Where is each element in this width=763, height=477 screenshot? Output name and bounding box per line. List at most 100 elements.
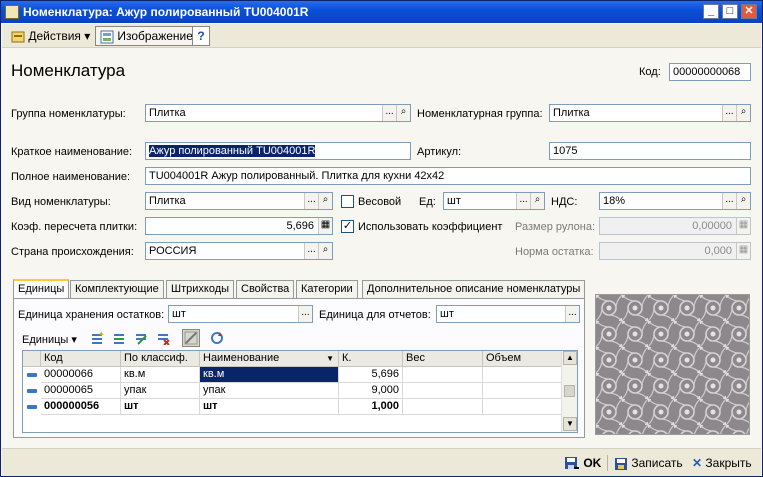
unit-field[interactable]: шт ... ⌕ xyxy=(443,192,545,210)
delete-row-icon[interactable] xyxy=(156,331,170,345)
type-search-icon[interactable]: ⌕ xyxy=(318,193,332,209)
save-button[interactable]: Записать xyxy=(614,454,683,472)
rest-calculator-icon: ▦ xyxy=(736,243,750,259)
report-unit-label: Единица для отчетов: xyxy=(319,309,431,321)
calculator-icon[interactable]: ▦ xyxy=(318,218,332,234)
tab-units[interactable]: Единицы xyxy=(13,279,70,299)
unit-search-icon[interactable]: ⌕ xyxy=(530,193,544,209)
cell-code: 00000065 xyxy=(41,383,121,399)
tab-barcodes[interactable]: Штрихкоды xyxy=(166,280,235,298)
type-select-button[interactable]: ... xyxy=(304,193,318,209)
vat-search-icon[interactable]: ⌕ xyxy=(736,193,750,209)
report-unit-field[interactable]: шт ... xyxy=(436,305,580,323)
group-label: Группа номенклатуры: xyxy=(11,108,126,120)
scroll-thumb[interactable] xyxy=(564,385,575,397)
table-header-code[interactable]: Код xyxy=(41,351,121,367)
short-name-field[interactable]: Ажур полированный TU004001R xyxy=(145,142,411,160)
use-coef-label: Использовать коэффициент xyxy=(358,221,503,233)
cell-volume xyxy=(483,383,563,399)
unit-label: Ед: xyxy=(419,196,436,208)
refresh-icon[interactable] xyxy=(210,331,224,345)
mark-delete-button[interactable] xyxy=(182,329,200,347)
country-select-button[interactable]: ... xyxy=(304,243,318,259)
cell-classif: кв.м xyxy=(121,367,200,383)
table-scrollbar[interactable]: ▲ ▼ xyxy=(561,351,577,432)
table-header-name[interactable]: Наименование ▼ xyxy=(200,351,339,367)
nom-group-field[interactable]: Плитка ... ⌕ xyxy=(549,104,751,122)
weight-label: Весовой xyxy=(358,196,402,208)
units-menu-button[interactable]: Единицы ▾ xyxy=(22,333,77,346)
close-icon: ✕ xyxy=(692,456,703,470)
country-field[interactable]: РОССИЯ ... ⌕ xyxy=(145,242,333,260)
tab-properties[interactable]: Свойства xyxy=(236,280,295,298)
table-header-coef[interactable]: К. xyxy=(339,351,403,367)
rest-label: Норма остатка: xyxy=(515,246,594,258)
short-name-value: Ажур полированный TU004001R xyxy=(149,145,316,157)
mark-delete-icon xyxy=(184,331,198,345)
cell-weight xyxy=(403,399,483,415)
scroll-up-button[interactable]: ▲ xyxy=(563,351,577,365)
tab-extra-description[interactable]: Дополнительное описание номенклатуры xyxy=(362,280,586,298)
storage-unit-value: шт xyxy=(172,308,186,320)
roll-field: 0,00000 ▦ xyxy=(599,217,751,235)
country-search-icon[interactable]: ⌕ xyxy=(318,243,332,259)
nom-group-select-button[interactable]: ... xyxy=(722,105,736,121)
vat-field[interactable]: 18% ... ⌕ xyxy=(599,192,751,210)
weight-checkbox[interactable] xyxy=(341,195,354,208)
cell-classif: упак xyxy=(121,383,200,399)
table-header-volume[interactable]: Объем xyxy=(483,351,563,367)
save-label: Записать xyxy=(631,456,683,470)
cell-coef: 5,696 xyxy=(339,367,403,383)
image-toggle-button[interactable]: Изображение xyxy=(95,26,198,46)
add-row-icon[interactable]: ✦ xyxy=(90,331,104,345)
save-close-icon xyxy=(565,456,579,469)
group-search-icon[interactable]: ⌕ xyxy=(396,105,410,121)
maximize-button[interactable]: □ xyxy=(722,4,738,19)
cell-name: кв.м xyxy=(200,367,339,383)
cell-name: упак xyxy=(200,383,339,399)
full-name-field[interactable]: TU004001R Ажур полированный. Плитка для … xyxy=(145,167,751,185)
close-button[interactable]: ✕ Закрыть xyxy=(692,454,752,472)
table-header-classif[interactable]: По классиф. xyxy=(121,351,200,367)
ok-button[interactable]: OK xyxy=(564,454,601,472)
vat-value: 18% xyxy=(603,195,626,207)
actions-label: Действия xyxy=(28,29,81,43)
vat-select-button[interactable]: ... xyxy=(722,193,736,209)
storage-unit-select-button[interactable]: ... xyxy=(298,306,312,322)
tab-components[interactable]: Комплектующие xyxy=(70,280,164,298)
product-image[interactable] xyxy=(595,294,750,435)
scroll-down-button[interactable]: ▼ xyxy=(563,417,577,431)
edit-row-icon[interactable] xyxy=(134,331,148,345)
actions-menu-button[interactable]: Действия ▾ xyxy=(6,26,95,46)
storage-unit-label: Единица хранения остатков: xyxy=(18,309,165,321)
group-field[interactable]: Плитка ... ⌕ xyxy=(145,104,411,122)
report-unit-select-button[interactable]: ... xyxy=(565,306,579,322)
row-icon xyxy=(27,373,37,377)
tab-categories[interactable]: Категории xyxy=(296,280,358,298)
coef-field[interactable]: 5,696 ▦ xyxy=(145,217,333,235)
help-button[interactable]: ? xyxy=(192,26,210,46)
units-table: Код По классиф. Наименование ▼ К. Вес Объ… xyxy=(22,350,578,433)
close-window-button[interactable]: ✕ xyxy=(741,4,757,19)
actions-icon xyxy=(11,31,25,43)
title-bar[interactable]: Номенклатура: Ажур полированный TU004001… xyxy=(1,1,762,23)
cell-name: шт xyxy=(200,399,339,415)
code-field[interactable]: 00000000068 xyxy=(669,63,751,81)
country-value: РОССИЯ xyxy=(149,245,197,257)
use-coef-checkbox[interactable]: ✓ xyxy=(341,220,354,233)
minimize-button[interactable]: _ xyxy=(703,4,719,19)
rest-value: 0,000 xyxy=(704,245,732,257)
table-header-weight[interactable]: Вес xyxy=(403,351,483,367)
article-label: Артикул: xyxy=(417,146,462,158)
copy-row-icon[interactable] xyxy=(112,331,126,345)
nom-group-search-icon[interactable]: ⌕ xyxy=(736,105,750,121)
type-field[interactable]: Плитка ... ⌕ xyxy=(145,192,333,210)
storage-unit-field[interactable]: шт ... xyxy=(168,305,313,323)
group-select-button[interactable]: ... xyxy=(382,105,396,121)
full-name-label: Полное наименование: xyxy=(11,171,131,183)
cell-volume xyxy=(483,399,563,415)
code-label: Код: xyxy=(639,66,661,78)
bottom-bar: OK Записать ✕ Закрыть xyxy=(2,448,761,476)
unit-select-button[interactable]: ... xyxy=(516,193,530,209)
article-field[interactable]: 1075 xyxy=(549,142,751,160)
